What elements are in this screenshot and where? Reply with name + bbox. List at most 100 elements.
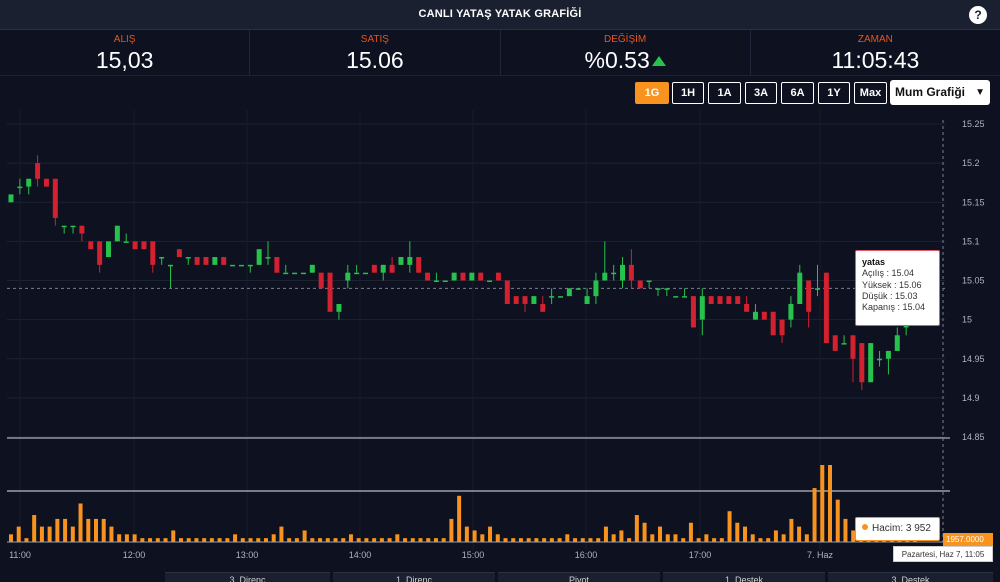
candle-body [283, 272, 289, 275]
candle-body [779, 319, 785, 336]
candle-body [70, 225, 76, 228]
volume-bar [348, 534, 353, 542]
volume-bar [256, 538, 261, 542]
volume-bar [171, 530, 176, 542]
candle-body [442, 280, 448, 282]
price-tick-label: 14.95 [962, 354, 985, 364]
tab-pivot[interactable]: Pivot [498, 572, 660, 582]
volume-dot-icon [862, 524, 868, 530]
stat-change-wrap: %0.53 [501, 47, 750, 73]
volume-bar [611, 534, 616, 542]
candle-body [105, 241, 111, 258]
help-icon[interactable]: ? [969, 6, 987, 24]
volume-bar [812, 488, 817, 542]
candle-body [247, 264, 253, 267]
volume-bar [233, 534, 238, 542]
volume-bar [318, 538, 323, 542]
candle-body [540, 303, 546, 312]
candle-body [620, 264, 626, 281]
volume-bar [681, 538, 686, 542]
candle-body [230, 264, 236, 267]
up-arrow-icon [651, 56, 666, 66]
volume-bar [101, 518, 106, 542]
candle-tooltip: yatas Açılış : 15.04 Yüksek : 15.06 Düşü… [855, 250, 940, 326]
candle-body [300, 272, 306, 275]
chart-type-select[interactable]: Mum Grafiği ▼ [890, 80, 990, 105]
time-tick-label: 16:00 [575, 550, 598, 560]
stat-change-value: %0.53 [584, 47, 650, 73]
candle-body [114, 225, 120, 242]
range-button-6a[interactable]: 6A [781, 82, 814, 104]
tab-resistance-3[interactable]: 3. Direnç [165, 572, 330, 582]
candle-body [327, 272, 333, 312]
candle-body [433, 280, 439, 282]
candle-body [61, 225, 67, 228]
range-button-max[interactable]: Max [854, 82, 887, 104]
chart-title: CANLI YATAŞ YATAK GRAFİĞİ [418, 8, 582, 20]
volume-bar [464, 526, 469, 542]
candle-body [451, 272, 457, 281]
candle-body [43, 178, 49, 187]
candle-body [549, 296, 555, 298]
volume-bar [603, 526, 608, 542]
price-chart[interactable]: 15.25 15.2 15.15 15.1 15.05 15 14.95 14.9 14.85 1… [0, 110, 1000, 572]
candle-body [495, 272, 501, 281]
candle-body [478, 272, 484, 281]
volume-bar [673, 534, 678, 542]
volume-tooltip-label: Hacim: 3 952 [872, 523, 931, 534]
range-button-1g[interactable]: 1G [635, 82, 669, 104]
volume-bar [642, 522, 647, 542]
volume-bar [202, 538, 207, 542]
volume-bar [704, 534, 709, 542]
volume-bar [63, 518, 68, 542]
volume-bar [410, 538, 415, 542]
candle-body [256, 249, 262, 265]
range-button-1a[interactable]: 1A [708, 82, 741, 104]
volume-bar [503, 538, 508, 542]
range-button-1y[interactable]: 1Y [818, 82, 850, 104]
volume-bar [32, 515, 37, 542]
candle-body [593, 280, 599, 297]
candle-body [52, 178, 58, 218]
volume-bar [518, 538, 523, 542]
volume-bar [835, 499, 840, 542]
price-tick-label: 15.05 [962, 276, 985, 286]
candle-body [797, 272, 803, 304]
candle-body [194, 257, 200, 265]
volume-bar [325, 538, 330, 542]
stat-ask-label: SATIŞ [360, 34, 389, 45]
range-button-3a[interactable]: 3A [745, 82, 777, 104]
candle-body [425, 272, 431, 281]
time-tick-label: 15:00 [462, 550, 485, 560]
volume-bar [627, 538, 632, 542]
tab-resistance-1[interactable]: 1. Direnç [333, 572, 495, 582]
tab-support-1[interactable]: 1. Destek [663, 572, 825, 582]
volume-bar [665, 534, 670, 542]
volume-bar [163, 538, 168, 542]
volume-bar [634, 515, 639, 542]
volume-bar [395, 534, 400, 542]
candle-body [168, 264, 174, 267]
volume-tooltip: Hacim: 3 952 [855, 517, 940, 541]
tab-support-3[interactable]: 3. Destek [828, 572, 993, 582]
time-tick-label: 7. Haz [807, 550, 834, 560]
range-button-1h[interactable]: 1H [672, 82, 704, 104]
candle-body [673, 296, 679, 298]
price-tick-label: 15.1 [962, 236, 980, 246]
volume-bar [573, 538, 578, 542]
candle-body [885, 350, 891, 359]
volume-bar [418, 538, 423, 542]
volume-bar [488, 526, 493, 542]
candle-body [815, 288, 821, 290]
price-tick-label: 15 [962, 315, 972, 325]
volume-bar [619, 530, 624, 542]
candle-body [664, 288, 670, 290]
volume-bar [86, 518, 91, 542]
volume-bar [248, 538, 253, 542]
volume-bar [47, 526, 52, 542]
volume-bar [379, 538, 384, 542]
tooltip-low: Düşük : 15.03 [862, 290, 918, 301]
chart-type-value: Mum Grafiği [895, 85, 966, 99]
candle-body [877, 358, 883, 361]
volume-bar [287, 538, 292, 542]
